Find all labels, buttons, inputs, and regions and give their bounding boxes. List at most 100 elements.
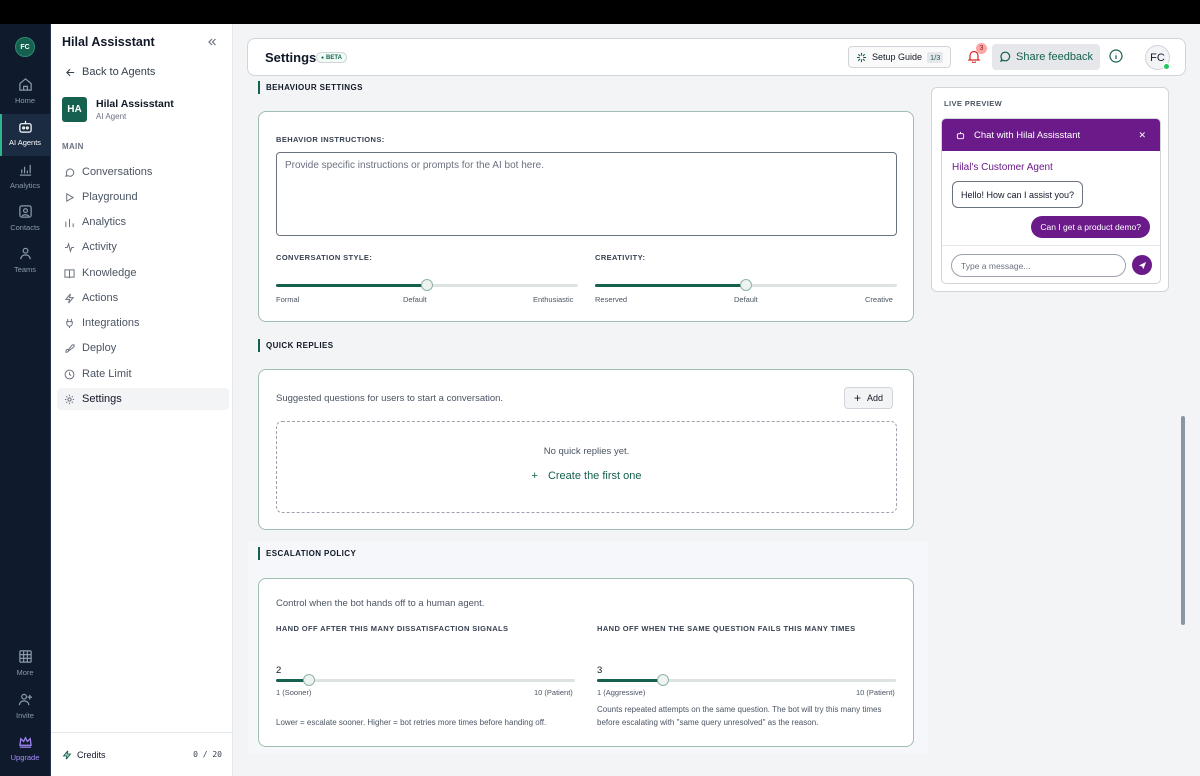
- rail-more[interactable]: More: [0, 644, 50, 686]
- close-icon[interactable]: ✕: [1138, 130, 1146, 141]
- signals-label: HAND OFF AFTER THIS MANY DISSATISFACTION…: [276, 624, 509, 633]
- creativity-tick-max: Creative: [865, 295, 893, 304]
- sidebar-item-label: Activity: [82, 241, 117, 253]
- repeats-value: 3: [597, 665, 603, 676]
- sidebar-item-playground[interactable]: Playground: [57, 186, 229, 208]
- user-message: Can I get a product demo?: [1031, 216, 1150, 238]
- sidebar-item-integrations[interactable]: Integrations: [57, 312, 229, 334]
- repeats-label: HAND OFF WHEN THE SAME QUESTION FAILS TH…: [597, 624, 856, 633]
- sidebar-item-analytics[interactable]: Analytics: [57, 211, 229, 233]
- repeats-max-label: 10 (Patient): [856, 688, 895, 697]
- share-feedback-button[interactable]: Share feedback: [992, 44, 1101, 70]
- repeats-min-label: 1 (Aggressive): [597, 688, 646, 697]
- sidebar-item-knowledge[interactable]: Knowledge: [57, 262, 229, 284]
- sidebar-item-label: Deploy: [82, 342, 117, 354]
- chat-title: Chat with Hilal Assisstant: [974, 129, 1081, 141]
- behaviour-card: BEHAVIOR INSTRUCTIONS: Provide specific …: [258, 111, 914, 322]
- rail-ai-agents[interactable]: AI Agents: [0, 114, 50, 156]
- slider-fill: [276, 284, 427, 287]
- chat-message-input[interactable]: Type a message...: [951, 254, 1126, 277]
- creativity-slider[interactable]: [595, 279, 897, 291]
- setup-guide-count: 1/3: [927, 51, 944, 63]
- credits-value: 0 / 20: [193, 750, 222, 759]
- chat-header: Chat with Hilal Assisstant ✕: [942, 119, 1160, 151]
- escalation-description: Control when the bot hands off to a huma…: [276, 598, 485, 609]
- sidebar-item-rate-limit[interactable]: Rate Limit: [57, 363, 229, 385]
- sidebar-item-label: Knowledge: [82, 267, 137, 279]
- repeats-slider[interactable]: [597, 674, 896, 686]
- bar-chart-icon: [65, 218, 74, 227]
- signals-slider[interactable]: [276, 674, 575, 686]
- create-first-reply-link[interactable]: + Create the first one: [277, 470, 896, 482]
- slider-thumb[interactable]: [303, 674, 316, 686]
- sidebar-item-label: Settings: [82, 393, 122, 405]
- rail-analytics[interactable]: Analytics: [0, 157, 50, 199]
- conversation-style-slider[interactable]: [276, 279, 578, 291]
- beta-badge: ● BETA: [316, 52, 347, 63]
- instructions-textarea[interactable]: Provide specific instructions or prompts…: [276, 152, 897, 236]
- sidebar-item-label: Conversations: [82, 166, 153, 178]
- sidebar-item-deploy[interactable]: Deploy: [57, 337, 229, 359]
- send-icon: [1138, 261, 1146, 269]
- teams-icon: [19, 247, 31, 260]
- add-quick-reply-button[interactable]: + Add: [844, 387, 894, 409]
- plug-icon: [66, 318, 73, 328]
- dot-icon: ●: [321, 54, 325, 61]
- sidebar-item-label: Integrations: [82, 317, 140, 329]
- info-icon[interactable]: [1109, 49, 1123, 63]
- behaviour-section-title: BEHAVIOUR SETTINGS: [258, 81, 363, 94]
- slider-thumb[interactable]: [657, 674, 670, 686]
- home-icon: [18, 78, 32, 91]
- setup-guide-button[interactable]: Setup Guide 1/3: [848, 46, 952, 68]
- sidebar-item-conversations[interactable]: Conversations: [57, 161, 229, 183]
- collapse-sidebar-icon[interactable]: [206, 36, 218, 48]
- escalation-section-title: ESCALATION POLICY: [258, 547, 356, 560]
- back-to-agents-link[interactable]: Back to Agents: [65, 66, 155, 78]
- sidebar-item-settings[interactable]: Settings: [57, 388, 229, 410]
- quick-replies-empty-state: No quick replies yet. + Create the first …: [276, 421, 897, 513]
- sidebar-item-actions[interactable]: Actions: [57, 287, 229, 309]
- empty-state-text: No quick replies yet.: [543, 446, 630, 457]
- signals-max-label: 10 (Patient): [534, 688, 573, 697]
- rail-upgrade[interactable]: Upgrade: [0, 729, 50, 771]
- beta-label: BETA: [326, 54, 342, 61]
- user-plus-icon: [18, 693, 32, 706]
- rail-teams[interactable]: Teams: [0, 241, 50, 283]
- sidebar-section-main: MAIN: [62, 142, 84, 151]
- plus-icon: +: [531, 470, 538, 482]
- agent-role: AI Agent: [96, 112, 127, 121]
- sidebar-item-activity[interactable]: Activity: [57, 236, 229, 258]
- style-tick-max: Enthusiastic: [533, 295, 574, 304]
- signals-note: Lower = escalate sooner. Higher = bot re…: [276, 718, 547, 727]
- share-feedback-label: Share feedback: [1016, 51, 1094, 63]
- credits-bar: Credits 0 / 20: [51, 732, 233, 776]
- sparkle-icon: [856, 52, 867, 62]
- rail-ai-agents-label: AI Agents: [8, 138, 42, 147]
- lightning-icon: [64, 293, 75, 303]
- sidebar-item-label: Rate Limit: [82, 368, 132, 380]
- workspace-logo[interactable]: FC: [15, 37, 35, 57]
- agent-avatar: HA: [62, 97, 87, 122]
- live-preview-panel: LIVE PREVIEW Chat with Hilal Assisstant …: [931, 87, 1169, 292]
- creativity-tick-min: Reserved: [595, 295, 628, 304]
- rail-home[interactable]: Home: [0, 72, 50, 114]
- slider-thumb[interactable]: [421, 279, 433, 291]
- chart-icon: [19, 164, 31, 176]
- online-status-dot: [1163, 63, 1170, 70]
- icon-rail: FC Home AI Agents Analytics Contacts Tea…: [0, 24, 51, 776]
- message-circle-icon: [999, 51, 1011, 62]
- send-button[interactable]: [1132, 255, 1152, 275]
- rail-contacts[interactable]: Contacts: [0, 199, 50, 241]
- repeats-note: Counts repeated attempts on the same que…: [597, 705, 882, 727]
- clock-icon: [64, 369, 75, 379]
- sidebar-item-label: Analytics: [82, 216, 127, 228]
- slider-thumb[interactable]: [740, 279, 752, 291]
- lightning-icon: [62, 750, 72, 759]
- agent-name: Hilal Assisstant: [96, 98, 174, 110]
- sidebar-item-label: Playground: [82, 191, 138, 203]
- activity-icon: [64, 241, 75, 253]
- rail-invite[interactable]: Invite: [0, 687, 50, 729]
- play-icon: [66, 192, 75, 202]
- rail-more-label: More: [16, 668, 34, 677]
- page-scrollbar[interactable]: [1181, 416, 1185, 625]
